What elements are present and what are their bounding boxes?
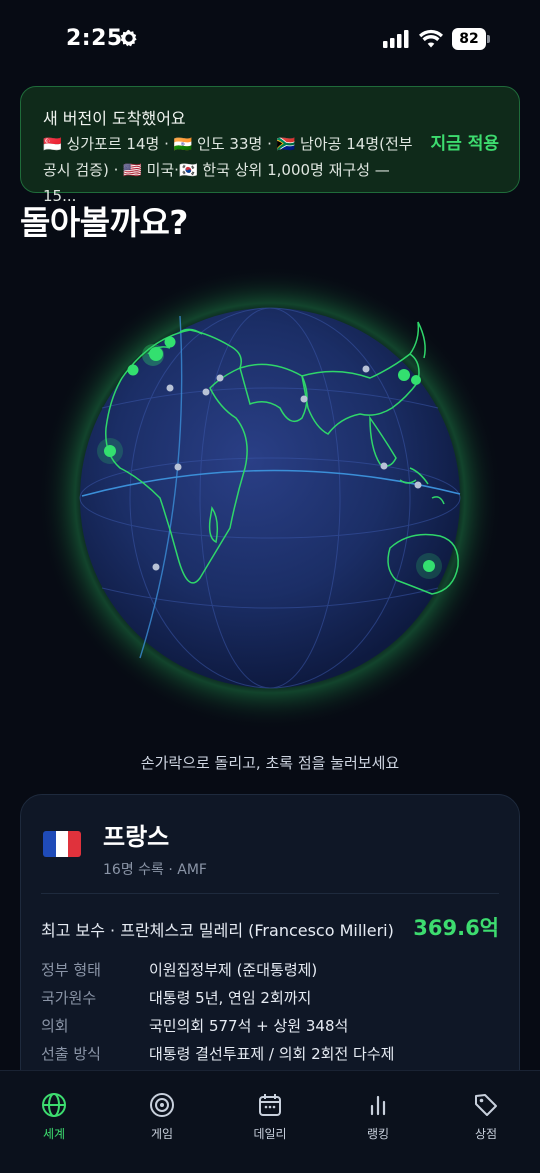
tab-label: 상점 xyxy=(474,1127,498,1141)
top-pay-label: 최고 보수 · 프란체스코 밀레리 (Francesco Milleri) xyxy=(41,921,394,940)
tab-daily[interactable]: 데일리 xyxy=(230,1091,310,1142)
marker-grey[interactable] xyxy=(202,388,210,396)
marker-france[interactable] xyxy=(149,347,163,361)
update-title: 새 버전이 도착했어요 xyxy=(43,109,186,128)
page-title: 돌아볼까요? xyxy=(20,203,188,242)
gear-icon xyxy=(120,29,137,47)
marker-grey[interactable] xyxy=(152,563,160,571)
info-value: 국민의회 577석 + 상원 348석 xyxy=(149,1017,349,1035)
marker-green[interactable] xyxy=(104,445,116,457)
tab-bar: 세계 게임 데일리 랭킹 상점 xyxy=(0,1070,540,1173)
globe-canvas[interactable] xyxy=(38,258,502,730)
marker-grey[interactable] xyxy=(166,384,174,392)
marker-grey[interactable] xyxy=(174,463,182,471)
card-divider xyxy=(41,893,499,894)
marker-green[interactable] xyxy=(398,369,410,381)
screen: 2:25 82 새 버전이 도착했어요 🇸🇬 싱가포르 14명 · 🇮🇳 인도 … xyxy=(0,0,540,1173)
tab-label: 게임 xyxy=(150,1127,174,1141)
globe-icon xyxy=(42,1093,66,1117)
marker-grey[interactable] xyxy=(380,462,388,470)
status-time: 2:25 xyxy=(66,26,123,51)
country-card[interactable]: 프랑스 16명 수록 · AMF 최고 보수 · 프란체스코 밀레리 (Fran… xyxy=(20,794,520,1114)
info-value: 대통령 5년, 연임 2회까지 xyxy=(149,989,312,1007)
tab-label: 데일리 xyxy=(253,1127,287,1141)
tag-icon xyxy=(475,1094,497,1116)
country-name: 프랑스 xyxy=(103,823,170,851)
info-key: 의회 xyxy=(41,1017,69,1035)
marker-green[interactable] xyxy=(411,375,421,385)
info-key: 정부 형태 xyxy=(41,961,101,979)
flag-france-icon xyxy=(43,831,81,857)
tab-game[interactable]: 게임 xyxy=(122,1091,202,1142)
battery-tip xyxy=(487,35,490,43)
info-key: 국가원수 xyxy=(41,989,97,1007)
globe[interactable] xyxy=(38,258,502,730)
update-banner[interactable]: 새 버전이 도착했어요 🇸🇬 싱가포르 14명 · 🇮🇳 인도 33명 · 🇿🇦… xyxy=(20,86,520,205)
tab-ranking[interactable]: 랭킹 xyxy=(338,1091,418,1142)
country-subtitle: 16명 수록 · AMF xyxy=(103,862,207,878)
tab-label: 세계 xyxy=(42,1127,66,1141)
apply-update-button[interactable]: 지금 적용 xyxy=(431,129,499,154)
info-value: 대통령 결선투표제 / 의회 2회전 다수제 xyxy=(149,1045,395,1063)
marker-grey[interactable] xyxy=(216,374,224,382)
info-key: 선출 방식 xyxy=(41,1045,101,1063)
tab-shop[interactable]: 상점 xyxy=(446,1091,526,1142)
calendar-icon xyxy=(259,1094,281,1116)
marker-green[interactable] xyxy=(423,560,435,572)
wifi-icon xyxy=(419,29,443,48)
bar-chart-icon xyxy=(370,1095,386,1116)
info-value: 이원집정부제 (준대통령제) xyxy=(149,961,318,979)
marker-green[interactable] xyxy=(127,364,139,376)
marker-green[interactable] xyxy=(164,336,176,348)
cellular-signal-icon xyxy=(383,30,409,48)
marker-grey[interactable] xyxy=(362,365,370,373)
marker-grey[interactable] xyxy=(300,395,308,403)
status-bar: 2:25 82 xyxy=(0,0,540,80)
globe-hint: 손가락으로 돌리고, 초록 점을 눌러보세요 xyxy=(140,754,400,772)
tab-world[interactable]: 세계 xyxy=(14,1091,94,1142)
tab-label: 랭킹 xyxy=(366,1127,390,1141)
target-icon xyxy=(150,1093,174,1117)
marker-grey[interactable] xyxy=(414,481,422,489)
battery-level: 82 xyxy=(452,28,486,50)
top-pay-value: 369.6억 xyxy=(413,916,499,940)
battery-indicator: 82 xyxy=(452,28,490,50)
